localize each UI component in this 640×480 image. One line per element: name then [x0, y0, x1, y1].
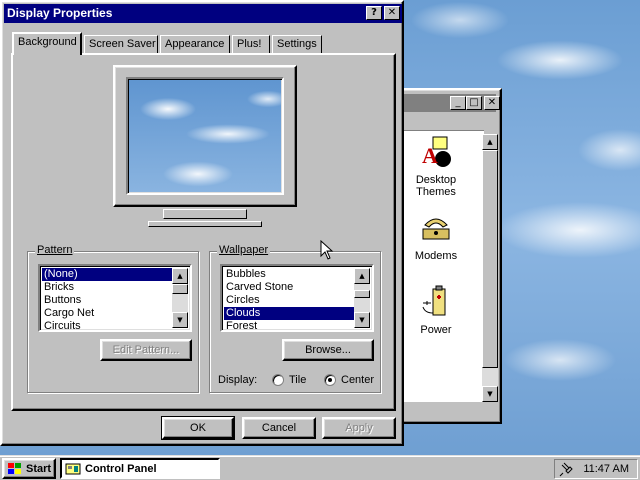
- center-radio[interactable]: [324, 374, 336, 386]
- wallpaper-item[interactable]: Carved Stone: [224, 281, 354, 294]
- modem-icon: [422, 218, 450, 240]
- edit-pattern-button[interactable]: Edit Pattern...: [100, 339, 192, 361]
- monitor-neck: [163, 209, 247, 219]
- pattern-group-label: Pattern: [35, 244, 75, 256]
- wallpaper-item[interactable]: Circles: [224, 294, 354, 307]
- power-label: Power: [420, 324, 452, 336]
- control-panel-scrollbar[interactable]: ▲ ▼: [482, 134, 498, 402]
- minimize-button[interactable]: _: [450, 96, 466, 110]
- dialog-title-bar[interactable]: Display Properties ? ✕: [4, 4, 402, 23]
- clock[interactable]: 11:47 AM: [583, 463, 629, 475]
- start-label: Start: [26, 462, 52, 475]
- taskbar-task-label: Control Panel: [85, 462, 157, 475]
- center-label[interactable]: Center: [341, 374, 374, 386]
- tab-background[interactable]: Background: [12, 32, 82, 55]
- modems-item[interactable]: Modems: [401, 211, 471, 262]
- tab-appearance[interactable]: Appearance: [160, 35, 230, 54]
- dialog-title: Display Properties: [7, 6, 113, 20]
- wallpaper-item[interactable]: Clouds: [224, 307, 354, 320]
- power-plug-icon[interactable]: [559, 461, 575, 477]
- scroll-up-button[interactable]: ▲: [354, 268, 370, 284]
- start-button[interactable]: Start: [2, 458, 56, 479]
- pattern-listbox[interactable]: (None) Bricks Buttons Cargo Net Circuits…: [38, 264, 192, 332]
- ok-button[interactable]: OK: [161, 416, 235, 440]
- browse-button[interactable]: Browse...: [282, 339, 374, 361]
- wallpaper-scrollbar[interactable]: ▲ ▼: [354, 268, 370, 328]
- svg-text:A: A: [422, 143, 438, 168]
- scroll-down-button[interactable]: ▼: [354, 312, 370, 328]
- pattern-item[interactable]: Buttons: [42, 294, 172, 307]
- taskbar-control-panel-button[interactable]: Control Panel: [60, 458, 220, 479]
- scroll-up-button[interactable]: ▲: [172, 268, 188, 284]
- modems-label: Modems: [414, 250, 458, 262]
- scroll-thumb[interactable]: [482, 150, 498, 368]
- mouse-cursor-icon: [320, 240, 334, 260]
- wallpaper-preview: [126, 77, 284, 195]
- tile-label[interactable]: Tile: [289, 374, 306, 386]
- display-properties-dialog[interactable]: Display Properties ? ✕ Background Screen…: [0, 0, 404, 446]
- wallpaper-group-label: Wallpaper: [217, 244, 271, 256]
- scroll-up-button[interactable]: ▲: [482, 134, 498, 150]
- cancel-button[interactable]: Cancel: [242, 417, 316, 439]
- pattern-group: Pattern (None) Bricks Buttons Cargo Net …: [27, 244, 199, 393]
- windows-logo-icon: [8, 462, 21, 474]
- scroll-thumb[interactable]: [354, 290, 370, 298]
- control-panel-title-bar[interactable]: _ □ ✕: [398, 94, 500, 112]
- apply-button[interactable]: Apply: [322, 417, 396, 439]
- monitor-preview: [113, 65, 297, 209]
- pattern-item[interactable]: Bricks: [42, 281, 172, 294]
- power-icon: [422, 285, 446, 316]
- scroll-thumb[interactable]: [172, 284, 188, 294]
- desktop-themes-label: Desktop Themes: [415, 174, 457, 198]
- wallpaper-item[interactable]: Forest: [224, 320, 354, 333]
- taskbar: Start Control Panel 11:47 AM: [0, 455, 640, 480]
- close-button[interactable]: ✕: [384, 6, 400, 20]
- background-tab-panel: Pattern (None) Bricks Buttons Cargo Net …: [11, 53, 396, 411]
- pattern-list-items: (None) Bricks Buttons Cargo Net Circuits: [42, 268, 172, 333]
- scroll-down-button[interactable]: ▼: [172, 312, 188, 328]
- control-panel-window[interactable]: _ □ ✕ A Desktop Themes Modems Power ▲ ▼: [392, 88, 502, 424]
- display-label: Display:: [218, 374, 258, 386]
- control-panel-icon-view[interactable]: A Desktop Themes Modems Power: [398, 130, 484, 402]
- pattern-item[interactable]: Circuits: [42, 320, 172, 333]
- monitor-base: [148, 221, 262, 227]
- desktop-themes-icon: A: [422, 136, 451, 168]
- tab-settings[interactable]: Settings: [272, 35, 322, 54]
- tab-plus[interactable]: Plus!: [232, 35, 270, 54]
- wallpaper-item[interactable]: Bubbles: [224, 268, 354, 281]
- pattern-item[interactable]: Cargo Net: [42, 307, 172, 320]
- maximize-button[interactable]: □: [466, 96, 482, 110]
- pattern-scrollbar[interactable]: ▲ ▼: [172, 268, 188, 328]
- system-tray: 11:47 AM: [554, 459, 638, 479]
- power-item[interactable]: Power: [401, 285, 471, 336]
- tile-radio[interactable]: [272, 374, 284, 386]
- pattern-item[interactable]: (None): [42, 268, 172, 281]
- control-panel-icon: [65, 463, 81, 474]
- desktop-themes-item[interactable]: A Desktop Themes: [401, 135, 471, 198]
- wallpaper-list-items: Bubbles Carved Stone Circles Clouds Fore…: [224, 268, 354, 333]
- close-button[interactable]: ✕: [484, 96, 500, 110]
- tab-strip: Background Screen Saver Appearance Plus!…: [12, 32, 392, 55]
- tab-screen-saver[interactable]: Screen Saver: [84, 35, 158, 54]
- wallpaper-listbox[interactable]: Bubbles Carved Stone Circles Clouds Fore…: [220, 264, 374, 332]
- wallpaper-group: Wallpaper Bubbles Carved Stone Circles C…: [209, 244, 381, 393]
- help-button[interactable]: ?: [366, 6, 382, 20]
- scroll-down-button[interactable]: ▼: [482, 386, 498, 402]
